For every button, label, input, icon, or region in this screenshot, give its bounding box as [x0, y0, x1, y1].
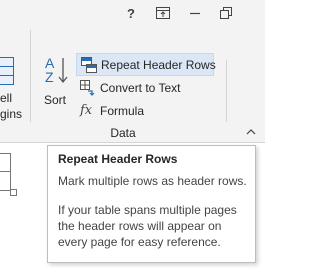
repeat-header-rows-button[interactable]: Repeat Header Rows — [76, 53, 216, 76]
tooltip: Repeat Header Rows Mark multiple rows as… — [47, 145, 256, 263]
sort-arrow-icon — [58, 58, 68, 84]
group-divider — [226, 60, 227, 122]
help-button[interactable]: ? — [119, 0, 143, 26]
cell-margins-icon — [0, 57, 14, 85]
convert-to-text-label: Convert to Text — [100, 80, 181, 95]
sort-button[interactable]: A Z Sort — [38, 52, 72, 110]
table-resize-handle[interactable] — [10, 189, 17, 196]
restore-button[interactable] — [214, 0, 238, 26]
sort-label: Sort — [44, 93, 67, 107]
repeat-header-rows-label: Repeat Header Rows — [101, 57, 216, 72]
tooltip-line: If your table spans multiple pages — [58, 203, 237, 217]
cell-margins-label-line1: ell — [0, 91, 13, 105]
data-group-label: Data — [110, 126, 136, 140]
collapse-ribbon-button[interactable] — [244, 126, 258, 138]
ribbon-display-options-button[interactable] — [151, 0, 175, 26]
chevron-up-icon — [246, 129, 256, 135]
formula-button[interactable]: fx Formula — [76, 100, 144, 121]
minimize-icon — [190, 12, 200, 15]
sort-icon-z: Z — [45, 69, 54, 85]
tooltip-line: Mark multiple rows as header rows. — [58, 174, 247, 188]
repeat-header-rows-icon — [81, 56, 97, 73]
convert-to-text-button[interactable]: Convert to Text — [76, 77, 180, 98]
title-bar: ? — [0, 0, 265, 26]
tooltip-line: the header rows will appear on — [58, 219, 222, 233]
table-cells — [0, 153, 11, 191]
restore-icon — [220, 7, 232, 19]
sort-icon-a: A — [45, 55, 55, 71]
formula-label: Formula — [100, 103, 145, 118]
tooltip-title: Repeat Header Rows — [58, 152, 178, 166]
minimize-button[interactable] — [183, 0, 207, 26]
ribbon-display-options-icon — [156, 7, 170, 19]
convert-to-text-icon — [80, 79, 96, 96]
partial-ribbon-group: ell gins — [0, 30, 31, 122]
formula-icon: fx — [80, 102, 93, 118]
cell-margins-label-line2: gins — [0, 107, 23, 121]
tooltip-line: every page for easy reference. — [58, 235, 221, 249]
help-icon: ? — [127, 5, 135, 21]
